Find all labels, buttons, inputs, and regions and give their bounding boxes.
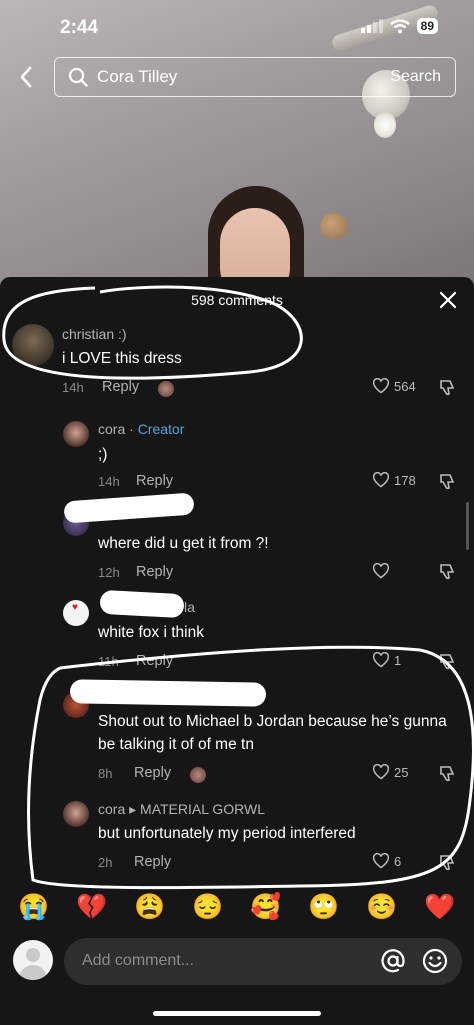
emoji-smiling-hearts[interactable]: 🥰 (250, 893, 281, 922)
comment-text: where did u get it from ?! (98, 535, 269, 552)
wifi-icon (389, 18, 410, 33)
reply-button[interactable]: Reply (136, 473, 173, 489)
search-button[interactable]: Search (390, 68, 441, 86)
comment-time: 11h (98, 654, 119, 669)
emoji-broken-heart[interactable]: 💔 (76, 893, 107, 922)
emoji-red-heart[interactable]: ❤️ (424, 893, 455, 922)
reply-button[interactable]: Reply (134, 765, 171, 781)
emoji-eye-roll[interactable]: 🙄 (308, 893, 339, 922)
emoji-pensive[interactable]: 😔 (192, 893, 223, 922)
reply-button[interactable]: Reply (136, 653, 173, 669)
comment-time: 8h (98, 766, 113, 781)
reply-button[interactable]: Reply (134, 854, 171, 870)
search-query[interactable]: Cora Tilley (97, 67, 390, 87)
emoji-weary[interactable]: 😩 (134, 893, 165, 922)
heart-outline-icon (372, 563, 390, 579)
creator-liked-avatar (158, 381, 174, 397)
like-button[interactable]: 25 (372, 764, 408, 780)
search-bar[interactable]: Cora Tilley Search (54, 57, 456, 97)
redacted-username-scribble (99, 589, 185, 619)
heart-outline-icon (372, 378, 390, 394)
comment-username[interactable]: cora · Creator (98, 421, 184, 437)
like-count: 564 (394, 378, 416, 394)
avatar[interactable]: ♥ (63, 600, 89, 626)
comment-time: 14h (98, 474, 120, 489)
comment-username[interactable]: cora ▸ MATERIAL GORWL (98, 801, 265, 818)
back-arrow-icon[interactable] (14, 62, 38, 92)
comment-time: 14h (62, 380, 84, 395)
avatar-head (26, 948, 40, 962)
heart-outline-icon (372, 853, 390, 869)
reply-button[interactable]: Reply (102, 379, 139, 395)
emoji-icon[interactable] (422, 948, 448, 974)
home-indicator[interactable] (153, 1011, 321, 1016)
comment-input-placeholder[interactable]: Add comment... (82, 952, 194, 970)
reply-to-username[interactable]: MATERIAL GORWL (140, 801, 265, 817)
like-button[interactable]: 564 (372, 378, 416, 394)
dislike-icon[interactable] (438, 854, 456, 872)
status-time: 2:44 (60, 17, 99, 38)
creator-liked-avatar (190, 767, 206, 783)
ceiling-fan-bulb (374, 112, 396, 138)
like-button[interactable]: 1 (372, 652, 401, 668)
wall-knob (320, 213, 348, 239)
comment-text: but unfortunately my period interfered (98, 825, 356, 842)
comments-count: 598 comments (191, 292, 283, 308)
comment-text: white fox i think (98, 624, 204, 641)
signal-icon (360, 19, 383, 33)
close-icon[interactable] (438, 290, 458, 310)
redacted-username-scribble (69, 679, 267, 707)
like-count: 25 (394, 764, 409, 780)
dislike-icon[interactable] (438, 653, 456, 671)
avatar[interactable] (12, 324, 54, 366)
heart-outline-icon (372, 764, 390, 780)
reply-arrow-icon: ▸ (129, 801, 137, 817)
username-text: cora (98, 421, 126, 437)
comment-text: ;) (98, 446, 108, 463)
dislike-icon[interactable] (438, 563, 456, 581)
reply-button[interactable]: Reply (136, 564, 173, 580)
scrollbar[interactable] (466, 502, 469, 550)
emoji-smiling[interactable]: ☺️ (366, 893, 397, 922)
creator-badge: Creator (137, 421, 185, 437)
emoji-loudly-crying[interactable]: 😭 (18, 893, 49, 922)
comment-time: 2h (98, 855, 113, 870)
my-avatar[interactable] (13, 940, 53, 980)
heart-outline-icon (372, 652, 390, 668)
username-text: cora (98, 801, 126, 817)
heart-outline-icon (372, 472, 390, 488)
comment-time: 12h (98, 565, 120, 580)
comment-username[interactable]: la (184, 599, 195, 615)
like-button[interactable] (372, 563, 390, 579)
dislike-icon[interactable] (438, 765, 456, 783)
at-icon[interactable] (380, 948, 406, 974)
dislike-icon[interactable] (438, 379, 456, 397)
like-count: 1 (394, 652, 402, 668)
battery-level: 89 (416, 18, 438, 34)
like-count: 6 (394, 853, 402, 869)
dislike-icon[interactable] (438, 473, 456, 491)
avatar-heart-mark: ♥ (72, 602, 78, 613)
like-button[interactable]: 178 (372, 472, 416, 488)
comment-text: Shout out to Michael b Jordan because he… (98, 713, 447, 753)
search-icon (68, 67, 88, 87)
avatar[interactable] (63, 421, 89, 447)
avatar-body (19, 965, 47, 980)
like-count: 178 (394, 472, 416, 488)
comment-username[interactable]: christian :) (62, 326, 127, 342)
video-background[interactable] (0, 0, 474, 290)
avatar[interactable] (63, 801, 89, 827)
like-button[interactable]: 6 (372, 853, 401, 869)
status-indicators: 89 (360, 18, 438, 34)
comment-text: i LOVE this dress (62, 350, 182, 367)
